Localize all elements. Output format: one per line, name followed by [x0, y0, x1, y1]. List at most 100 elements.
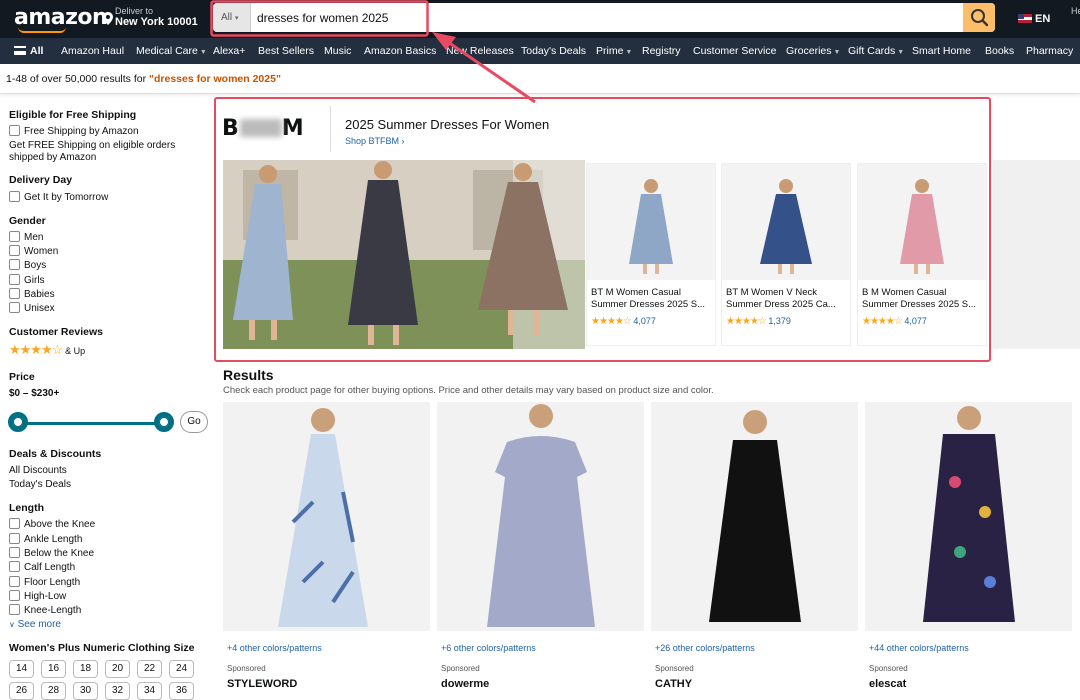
size-button-34[interactable]: 34 [137, 682, 162, 700]
nav-item-amazon-basics[interactable]: Amazon Basics [364, 45, 436, 57]
deals-all-discounts-link[interactable]: All Discounts [9, 465, 67, 476]
color-options-link[interactable]: +6 other colors/patterns [441, 643, 536, 653]
nav-item-registry[interactable]: Registry [642, 45, 681, 57]
nav-item-groceries[interactable]: Groceries ▼ [786, 45, 840, 57]
size-button-22[interactable]: 22 [137, 660, 162, 678]
nav-item-customer-service[interactable]: Customer Service [693, 45, 776, 57]
nav-item-prime[interactable]: Prime ▼ [596, 45, 632, 57]
search-icon [971, 9, 989, 27]
search-button[interactable] [963, 3, 995, 32]
search-bar: All ▾ [213, 3, 995, 32]
caret-down-icon: ▼ [199, 49, 207, 56]
checkbox[interactable] [9, 191, 20, 202]
size-button-24[interactable]: 24 [169, 660, 194, 678]
product-image[interactable] [437, 402, 644, 631]
size-button-20[interactable]: 20 [105, 660, 130, 678]
length-checkbox-calf[interactable]: Calf Length [9, 561, 75, 573]
nav-item-pharmacy[interactable]: Pharmacy [1026, 45, 1073, 57]
account-menu[interactable]: He [1071, 6, 1080, 17]
checkbox[interactable] [9, 518, 20, 529]
nav-item-todays-deals[interactable]: Today's Deals [521, 45, 586, 57]
product-card[interactable]: +26 other colors/patterns Sponsored CATH… [651, 402, 858, 694]
nav-item-alexa[interactable]: Alexa+ [213, 45, 245, 57]
checkbox[interactable] [9, 274, 20, 285]
nav-all-button[interactable]: All [14, 45, 43, 57]
checkbox[interactable] [9, 533, 20, 544]
size-button-32[interactable]: 32 [105, 682, 130, 700]
product-card[interactable]: +6 other colors/patterns Sponsored dower… [437, 402, 644, 694]
nav-item-books[interactable]: Books [985, 45, 1014, 57]
checkbox[interactable] [9, 231, 20, 242]
caret-down-icon: ▼ [833, 49, 841, 56]
checkbox[interactable] [9, 259, 20, 270]
language-selector[interactable]: EN [1018, 13, 1050, 25]
nav-item-gift-cards[interactable]: Gift Cards ▼ [848, 45, 904, 57]
color-options-link[interactable]: +26 other colors/patterns [655, 643, 755, 653]
checkbox[interactable] [9, 288, 20, 299]
length-checkbox-knee[interactable]: Knee-Length [9, 604, 81, 616]
gender-checkbox-women[interactable]: Women [9, 245, 58, 257]
search-category-label: All [221, 12, 233, 23]
price-slider-track[interactable] [14, 422, 164, 425]
checkbox-label: Free Shipping by Amazon [24, 126, 139, 137]
star-rating-icon: ★★★★☆ [9, 342, 63, 357]
length-checkbox-below-knee[interactable]: Below the Knee [9, 547, 94, 559]
dress-illustration [709, 410, 801, 622]
price-slider-min-handle[interactable] [8, 412, 28, 432]
size-button-18[interactable]: 18 [73, 660, 98, 678]
gender-checkbox-men[interactable]: Men [9, 231, 43, 243]
gender-checkbox-girls[interactable]: Girls [9, 274, 45, 286]
length-heading: Length [9, 502, 44, 514]
checkbox-label: Babies [24, 289, 55, 300]
delivery-tomorrow-checkbox[interactable]: Get It by Tomorrow [9, 191, 108, 203]
checkbox[interactable] [9, 547, 20, 558]
product-image[interactable] [223, 402, 430, 631]
nav-item-label: Medical Care [136, 45, 198, 57]
price-slider-max-handle[interactable] [154, 412, 174, 432]
gender-checkbox-boys[interactable]: Boys [9, 259, 46, 271]
checkbox[interactable] [9, 302, 20, 313]
search-category-dropdown[interactable]: All ▾ [213, 3, 251, 32]
nav-item-label: Gift Cards [848, 45, 896, 57]
nav-item-new-releases[interactable]: New Releases [446, 45, 514, 57]
free-shipping-checkbox[interactable]: Free Shipping by Amazon [9, 125, 139, 137]
deals-todays-deals-link[interactable]: Today's Deals [9, 479, 71, 490]
see-more-link[interactable]: ∨ See more [9, 619, 61, 630]
four-stars-and-up-filter[interactable]: ★★★★☆ & Up [9, 342, 85, 358]
search-input[interactable] [251, 3, 961, 32]
checkbox-label: High-Low [24, 591, 67, 602]
length-checkbox-ankle[interactable]: Ankle Length [9, 533, 82, 545]
size-button-28[interactable]: 28 [41, 682, 66, 700]
gender-checkbox-babies[interactable]: Babies [9, 288, 55, 300]
length-checkbox-floor[interactable]: Floor Length [9, 576, 80, 588]
checkbox[interactable] [9, 245, 20, 256]
color-options-link[interactable]: +4 other colors/patterns [227, 643, 322, 653]
length-checkbox-above-knee[interactable]: Above the Knee [9, 518, 95, 530]
product-card[interactable]: +4 other colors/patterns Sponsored STYLE… [223, 402, 430, 694]
checkbox[interactable] [9, 576, 20, 587]
nav-item-amazon-haul[interactable]: Amazon Haul [61, 45, 124, 57]
size-button-36[interactable]: 36 [169, 682, 194, 700]
gender-checkbox-unisex[interactable]: Unisex [9, 302, 55, 314]
size-button-30[interactable]: 30 [73, 682, 98, 700]
checkbox[interactable] [9, 561, 20, 572]
product-image[interactable] [865, 402, 1072, 631]
product-image[interactable] [651, 402, 858, 631]
nav-item-medical-care[interactable]: Medical Care ▼ [136, 45, 207, 57]
product-card[interactable]: +44 other colors/patterns Sponsored eles… [865, 402, 1072, 694]
checkbox[interactable] [9, 590, 20, 601]
see-more-label: See more [17, 619, 61, 630]
size-button-14[interactable]: 14 [9, 660, 34, 678]
price-go-button[interactable]: Go [180, 411, 208, 433]
checkbox[interactable] [9, 125, 20, 136]
color-options-link[interactable]: +44 other colors/patterns [869, 643, 969, 653]
nav-item-best-sellers[interactable]: Best Sellers [258, 45, 314, 57]
checkbox[interactable] [9, 604, 20, 615]
nav-item-music[interactable]: Music [324, 45, 351, 57]
size-button-16[interactable]: 16 [41, 660, 66, 678]
amazon-logo-smile [18, 27, 66, 33]
size-button-26[interactable]: 26 [9, 682, 34, 700]
nav-all-label: All [30, 45, 44, 57]
length-checkbox-high-low[interactable]: High-Low [9, 590, 66, 602]
nav-item-smart-home[interactable]: Smart Home [912, 45, 971, 57]
